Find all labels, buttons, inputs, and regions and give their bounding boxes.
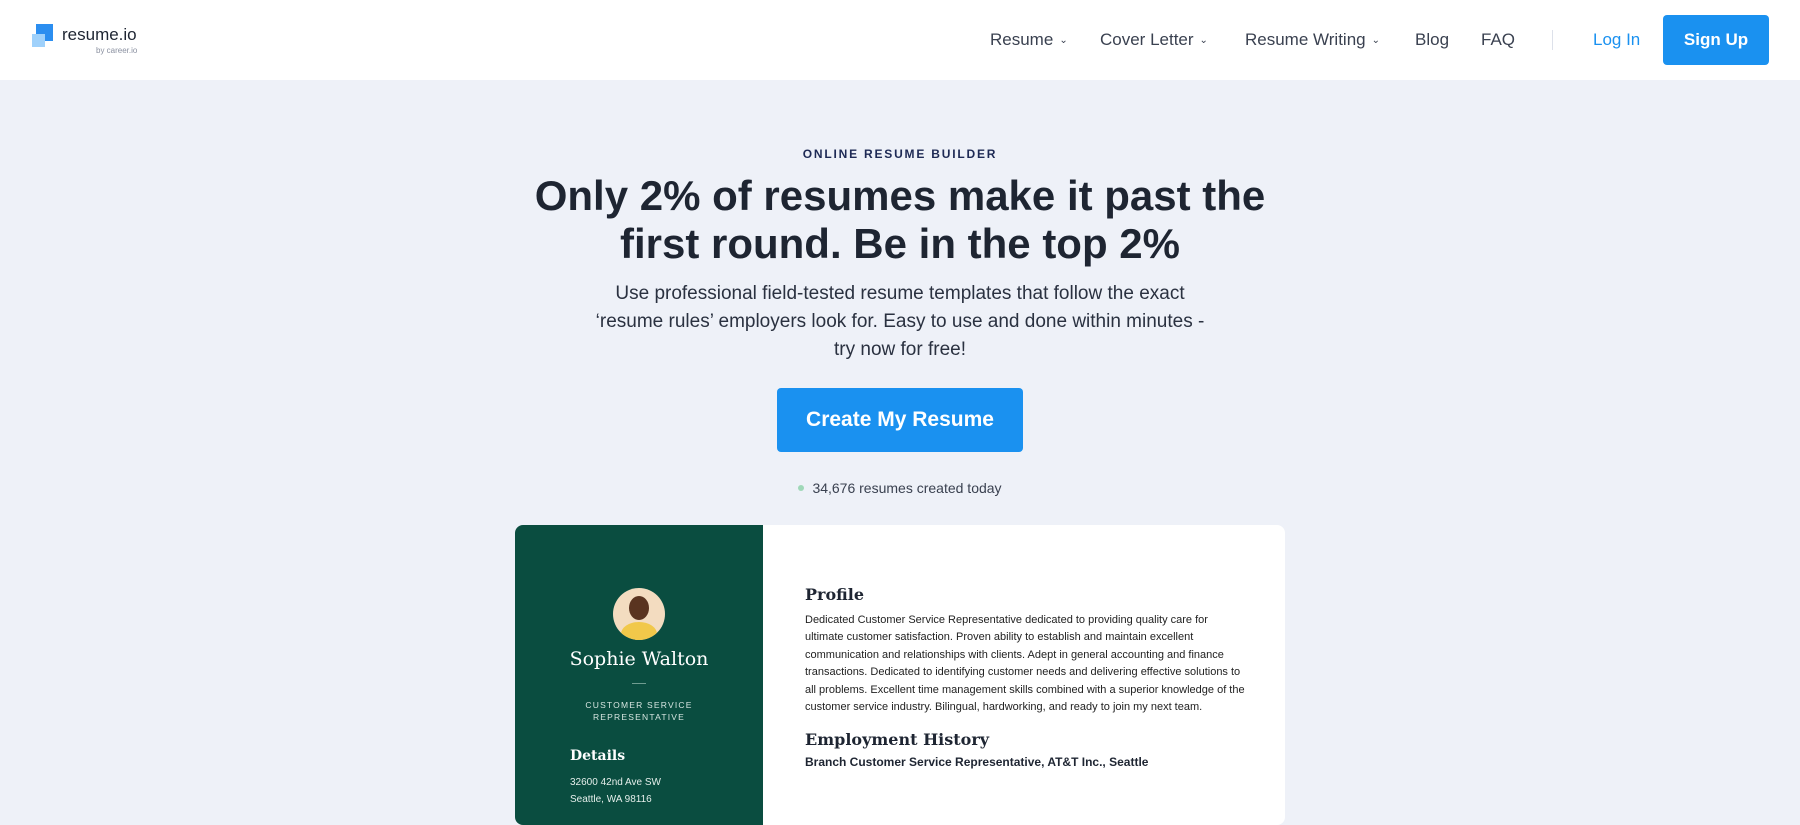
logo-text: resume.io	[62, 25, 137, 44]
resume-role: CUSTOMER SERVICE REPRESENTATIVE	[585, 700, 693, 722]
login-link[interactable]: Log In	[1593, 30, 1640, 50]
hero-eyebrow: ONLINE RESUME BUILDER	[802, 147, 998, 161]
address: 32600 42nd Ave SW Seattle, WA 98116	[570, 774, 661, 808]
resume-name: Sophie Walton	[569, 648, 709, 670]
chevron-down-icon: ⌄	[1371, 35, 1381, 46]
logo[interactable]: resume.io by career.io	[32, 24, 162, 60]
nav-blog[interactable]: Blog	[1415, 30, 1449, 50]
nav-faq[interactable]: FAQ	[1481, 30, 1515, 50]
create-resume-button[interactable]: Create My Resume	[777, 388, 1023, 452]
hero-subtitle: Use professional field-tested resume tem…	[595, 283, 1205, 360]
profile-heading: Profile	[805, 585, 865, 604]
profile-text: Dedicated Customer Service Representativ…	[805, 614, 1245, 714]
resume-sidebar: Sophie Walton CUSTOMER SERVICE REPRESENT…	[515, 525, 763, 825]
resume-preview: Sophie Walton CUSTOMER SERVICE REPRESENT…	[515, 525, 1285, 825]
nav-resume[interactable]: Resume ⌄	[990, 30, 1068, 50]
nav-label: Cover Letter	[1100, 30, 1194, 49]
nav-cover-letter[interactable]: Cover Letter ⌄	[1100, 30, 1208, 50]
nav-divider	[1552, 30, 1553, 50]
nav-label: Resume Writing	[1245, 30, 1366, 49]
counter-text: 34,676 resumes created today	[812, 480, 1002, 496]
logo-subtext: by career.io	[96, 46, 138, 55]
employment-entry: Branch Customer Service Representative, …	[805, 755, 1149, 770]
chevron-down-icon: ⌄	[1059, 35, 1068, 46]
avatar	[613, 588, 665, 640]
status-dot-icon	[798, 485, 805, 491]
title-line: first round. Be in the top 2%	[619, 220, 1180, 267]
employment-heading: Employment History	[805, 730, 990, 750]
hero-title: Only 2% of resumes make it past the first…	[500, 172, 1300, 268]
chevron-down-icon: ⌄	[1199, 35, 1208, 46]
title-line: Only 2% of resumes make it past the	[534, 172, 1266, 219]
nav-label: Resume	[990, 30, 1054, 49]
resume-main: Profile Dedicated Customer Service Repre…	[805, 585, 1245, 769]
divider	[632, 683, 646, 684]
details-heading: Details	[570, 748, 626, 764]
resume-counter: 34,676 resumes created today	[0, 480, 1800, 496]
address-line: 32600 42nd Ave SW	[570, 777, 661, 788]
top-nav: resume.io by career.io Resume ⌄ Cover Let…	[0, 0, 1800, 80]
logo-icon-secondary	[32, 34, 45, 47]
signup-button[interactable]: Sign Up	[1663, 15, 1769, 65]
nav-resume-writing[interactable]: Resume Writing ⌄	[1245, 30, 1380, 50]
